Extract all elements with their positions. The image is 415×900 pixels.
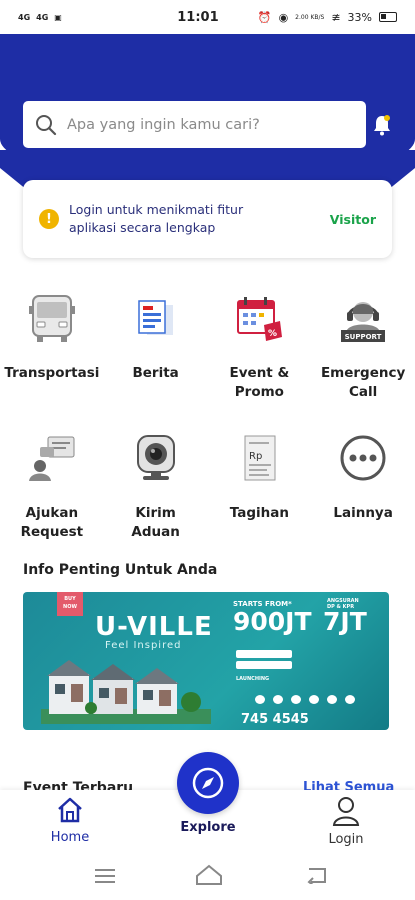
bill-icon: Rp: [244, 435, 276, 481]
search-input[interactable]: Apa yang ingin kamu cari?: [67, 117, 260, 133]
menu-label: Transportasi: [4, 365, 100, 381]
eye-icon: ◉: [278, 10, 289, 24]
banner-pill: [327, 695, 337, 704]
menu-item-emergency-call[interactable]: SUPPORT Emergency Call: [311, 290, 415, 402]
nav-home[interactable]: Home: [20, 796, 120, 845]
nav-login[interactable]: Login: [296, 796, 396, 847]
svg-text:SUPPORT: SUPPORT: [345, 333, 382, 341]
support-agent-icon: SUPPORT: [341, 302, 386, 342]
nav-home-label: Home: [50, 830, 90, 845]
explore-button[interactable]: [177, 752, 239, 814]
status-bar: 4G 4G ▣ 11:01 ⏰ ◉ 2.00 KB/S ≇ 33%: [0, 0, 415, 34]
menu-label: Event & Promo: [229, 365, 290, 400]
compass-icon: [192, 767, 224, 799]
back-icon[interactable]: [305, 866, 329, 884]
calendar-promo-icon: %: [237, 297, 283, 341]
banner-pill: [309, 695, 319, 704]
buy-now-ribbon: BUY NOW: [57, 592, 83, 616]
visitor-badge[interactable]: Visitor: [330, 212, 376, 227]
menu-label: Kirim Aduan: [131, 505, 180, 540]
battery-icon: [379, 12, 397, 22]
banner-installment: 7JT: [323, 607, 367, 636]
menu-item-kirim-aduan[interactable]: Kirim Aduan: [104, 430, 208, 542]
search-icon: [36, 114, 57, 135]
home-icon: [58, 797, 82, 823]
info-section-title: Info Penting Untuk Anda: [23, 562, 218, 578]
clock: 11:01: [177, 9, 219, 25]
banner-pill: [255, 695, 265, 704]
banner-phone: 745 4545: [241, 712, 309, 727]
alarm-icon: ⏰: [257, 10, 272, 24]
data-speed: 2.00 KB/S: [295, 13, 325, 21]
menu-icon[interactable]: [94, 868, 116, 884]
signal-strength-2: 4G: [36, 12, 49, 22]
battery-percent: 33%: [347, 10, 372, 24]
login-prompt-card[interactable]: ! Login untuk menikmati fitur aplikasi s…: [23, 180, 392, 258]
launching-label: LAUNCHING: [236, 676, 270, 682]
svg-text:Rp: Rp: [249, 451, 262, 462]
banner-pill: [236, 650, 292, 658]
menu-grid: Transportasi Berita % Event & Promo SUPP…: [0, 290, 415, 542]
news-icon: [137, 300, 173, 335]
nav-login-label: Login: [328, 832, 364, 847]
signal-strength-1: 4G: [18, 12, 31, 22]
menu-label: Emergency Call: [320, 365, 406, 400]
lock-icon: ▣: [54, 12, 62, 22]
houses-illustration: [41, 660, 211, 724]
info-icon: !: [39, 209, 59, 229]
request-chat-icon: [28, 436, 75, 481]
login-message: Login untuk menikmati fitur aplikasi sec…: [69, 202, 244, 235]
menu-label: Berita: [132, 365, 179, 381]
menu-item-tagihan[interactable]: Rp Tagihan: [208, 430, 312, 542]
menu-item-lainnya[interactable]: Lainnya: [311, 430, 415, 542]
search-bar[interactable]: Apa yang ingin kamu cari?: [23, 101, 366, 148]
menu-item-berita[interactable]: Berita: [104, 290, 208, 402]
menu-label: Tagihan: [229, 505, 289, 521]
banner-tagline: Feel Inspired: [105, 640, 182, 651]
bell-icon[interactable]: [372, 113, 392, 137]
banner-pill: [345, 695, 355, 704]
menu-item-event-promo[interactable]: % Event & Promo: [208, 290, 312, 402]
bus-icon: [28, 295, 75, 342]
promo-banner[interactable]: BUY NOW U-VILLE Feel Inspired STARTS FRO…: [23, 592, 389, 730]
banner-pill: [236, 661, 292, 669]
more-dots-icon: [340, 435, 386, 481]
menu-label: Lainnya: [333, 505, 393, 521]
menu-item-transportasi[interactable]: Transportasi: [0, 290, 104, 402]
explore-label: Explore: [180, 820, 236, 835]
banner-pill: [291, 695, 301, 704]
menu-label: Ajukan Request: [20, 505, 84, 540]
banner-brand: U-VILLE: [95, 612, 213, 642]
system-navigation-bar: [0, 850, 415, 900]
home-button-icon[interactable]: [195, 864, 223, 886]
svg-text:%: %: [268, 329, 277, 339]
banner-pill: [273, 695, 283, 704]
wifi-icon: ≇: [331, 10, 341, 24]
banner-price: 900JT: [233, 607, 312, 636]
user-icon: [332, 797, 360, 826]
menu-item-ajukan-request[interactable]: Ajukan Request: [0, 430, 104, 542]
webcam-icon: [136, 435, 175, 480]
